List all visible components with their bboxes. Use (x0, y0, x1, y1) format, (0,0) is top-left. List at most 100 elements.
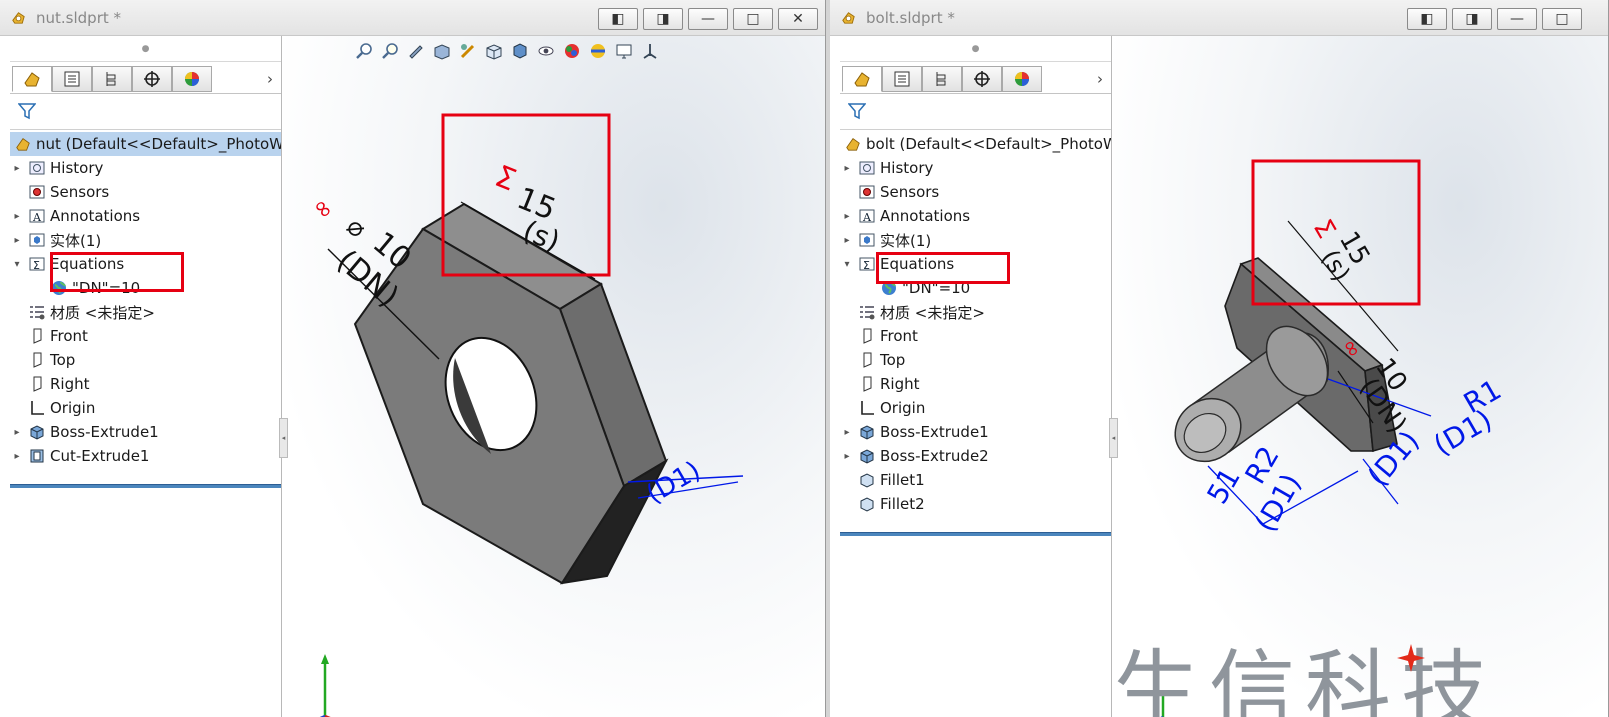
collapse-arrow-icon[interactable]: ▾ (10, 259, 24, 270)
panel-grip[interactable]: ● (840, 36, 1111, 62)
filter-icon[interactable] (848, 102, 866, 120)
tab-property-manager[interactable] (882, 66, 922, 92)
tab-configuration-manager[interactable] (92, 66, 132, 92)
tree-item-boss-extrude1[interactable]: ▸ Boss-Extrude1 (10, 420, 281, 444)
tree-item-material[interactable]: 材质 <未指定> (840, 300, 1111, 324)
feature-manager-panel: ● › bolt (Default<<Default>_PhotoWorks ▸… (840, 36, 1112, 717)
graphics-viewport[interactable]: Σ 15 (s) ∞ ⌀ 10 (DN) (D1) ◂ (279, 36, 825, 717)
tab-display-manager[interactable] (172, 66, 212, 92)
tab-display-manager[interactable] (1002, 66, 1042, 92)
tree-rollback-bar[interactable] (10, 484, 281, 488)
close-button[interactable]: ✕ (778, 8, 818, 30)
chevron-right-icon[interactable]: › (1097, 70, 1103, 88)
plane-icon (28, 351, 46, 369)
tree-item-top-plane[interactable]: Top (840, 348, 1111, 372)
configuration-icon (106, 72, 116, 86)
tile-left-button[interactable]: ◧ (1407, 8, 1447, 30)
panel-grip[interactable]: ● (10, 36, 281, 62)
tree-item-history[interactable]: ▸ History (840, 156, 1111, 180)
equations-icon: Σ (858, 255, 876, 273)
tab-configuration-manager[interactable] (922, 66, 962, 92)
tree-item-boss-extrude1[interactable]: ▸ Boss-Extrude1 (840, 420, 1111, 444)
tree-item-origin[interactable]: Origin (10, 396, 281, 420)
filter-icon[interactable] (18, 102, 36, 120)
tree-item-top-plane[interactable]: Top (10, 348, 281, 372)
expand-arrow-icon[interactable]: ▸ (840, 427, 854, 438)
expand-arrow-icon[interactable]: ▸ (10, 211, 24, 222)
tree-item-origin[interactable]: Origin (840, 396, 1111, 420)
tree-item-sensors[interactable]: Sensors (10, 180, 281, 204)
minimize-icon: — (701, 11, 715, 27)
tab-dimxpert-manager[interactable] (962, 66, 1002, 92)
tile-right-icon: ◨ (656, 11, 670, 27)
maximize-button[interactable]: □ (733, 8, 773, 30)
tab-dimxpert-manager[interactable] (132, 66, 172, 92)
part-document-icon (842, 12, 855, 24)
tree-item-label: Right (50, 375, 90, 393)
tile-right-icon: ◨ (1465, 11, 1479, 27)
tree-item-boss-extrude2[interactable]: ▸ Boss-Extrude2 (840, 444, 1111, 468)
tree-item-front-plane[interactable]: Front (10, 324, 281, 348)
appearance-pie-icon (185, 72, 199, 86)
tree-item-fillet2[interactable]: Fillet2 (840, 492, 1111, 516)
solid-body-icon (28, 231, 46, 249)
expand-arrow-icon[interactable]: ▸ (840, 211, 854, 222)
watermark-star-icon (1397, 644, 1425, 672)
tree-item-right-plane[interactable]: Right (10, 372, 281, 396)
sensor-icon (858, 183, 876, 201)
history-icon (858, 159, 876, 177)
expand-arrow-icon[interactable]: ▸ (840, 451, 854, 462)
feature-manager-panel: ● › nut (Default<<Default>_PhotoWorks ▸ H… (10, 36, 282, 717)
minimize-button[interactable]: — (1497, 8, 1537, 30)
feature-manager-icon (854, 72, 870, 87)
tree-root-part[interactable]: nut (Default<<Default>_PhotoWorks (10, 132, 281, 156)
expand-arrow-icon[interactable]: ▸ (10, 451, 24, 462)
tree-item-fillet1[interactable]: Fillet1 (840, 468, 1111, 492)
tile-right-button[interactable]: ◨ (643, 8, 683, 30)
expand-arrow-icon[interactable]: ▸ (840, 235, 854, 246)
panel-tabs: › (10, 64, 281, 94)
tree-item-label: 材质 <未指定> (50, 303, 155, 322)
chevron-right-icon[interactable]: › (267, 70, 273, 88)
tab-property-manager[interactable] (52, 66, 92, 92)
expand-arrow-icon[interactable]: ▸ (10, 163, 24, 174)
material-icon (858, 303, 876, 321)
tree-item-sensors[interactable]: Sensors (840, 180, 1111, 204)
minimize-button[interactable]: — (688, 8, 728, 30)
panel-collapse-handle[interactable]: ◂ (279, 418, 288, 458)
part-document-icon (12, 12, 25, 24)
expand-arrow-icon[interactable]: ▸ (10, 235, 24, 246)
tree-root-part[interactable]: bolt (Default<<Default>_PhotoWorks (840, 132, 1111, 156)
tile-left-button[interactable]: ◧ (598, 8, 638, 30)
tree-item-label: Boss-Extrude1 (880, 423, 989, 441)
tab-feature-manager[interactable] (842, 66, 882, 92)
filter-bar[interactable] (10, 94, 281, 130)
maximize-button[interactable]: □ (1542, 8, 1582, 30)
filter-bar[interactable] (840, 94, 1111, 130)
property-list-icon (894, 71, 910, 87)
sigma-mark[interactable]: Σ (490, 159, 521, 199)
diameter-symbol[interactable]: ⌀ (341, 211, 372, 244)
plane-icon (28, 375, 46, 393)
tree-item-annotations[interactable]: ▸ A Annotations (10, 204, 281, 228)
graphics-viewport[interactable]: Σ 15 (s) ∞ 10 (DN) R1 (D1) (D1) 51 R2 (D… (1109, 36, 1608, 717)
tree-item-right-plane[interactable]: Right (840, 372, 1111, 396)
tree-item-cut-extrude1[interactable]: ▸ Cut-Extrude1 (10, 444, 281, 468)
tree-item-solid-bodies[interactable]: ▸ 实体(1) (840, 228, 1111, 252)
expand-arrow-icon[interactable]: ▸ (10, 427, 24, 438)
tab-feature-manager[interactable] (12, 66, 52, 92)
tree-item-front-plane[interactable]: Front (840, 324, 1111, 348)
expand-arrow-icon[interactable]: ▸ (840, 163, 854, 174)
infinity-mark[interactable]: ∞ (306, 192, 340, 225)
maximize-icon: □ (1555, 11, 1569, 27)
collapse-arrow-icon[interactable]: ▾ (840, 259, 854, 270)
origin-icon (858, 399, 876, 417)
tile-right-button[interactable]: ◨ (1452, 8, 1492, 30)
tree-item-label: 实体(1) (880, 231, 932, 250)
tree-rollback-bar[interactable] (840, 532, 1111, 536)
panel-collapse-handle[interactable]: ◂ (1109, 418, 1118, 458)
tree-item-material[interactable]: 材质 <未指定> (10, 300, 281, 324)
tree-item-solid-bodies[interactable]: ▸ 实体(1) (10, 228, 281, 252)
tree-item-annotations[interactable]: ▸ A Annotations (840, 204, 1111, 228)
tree-item-history[interactable]: ▸ History (10, 156, 281, 180)
